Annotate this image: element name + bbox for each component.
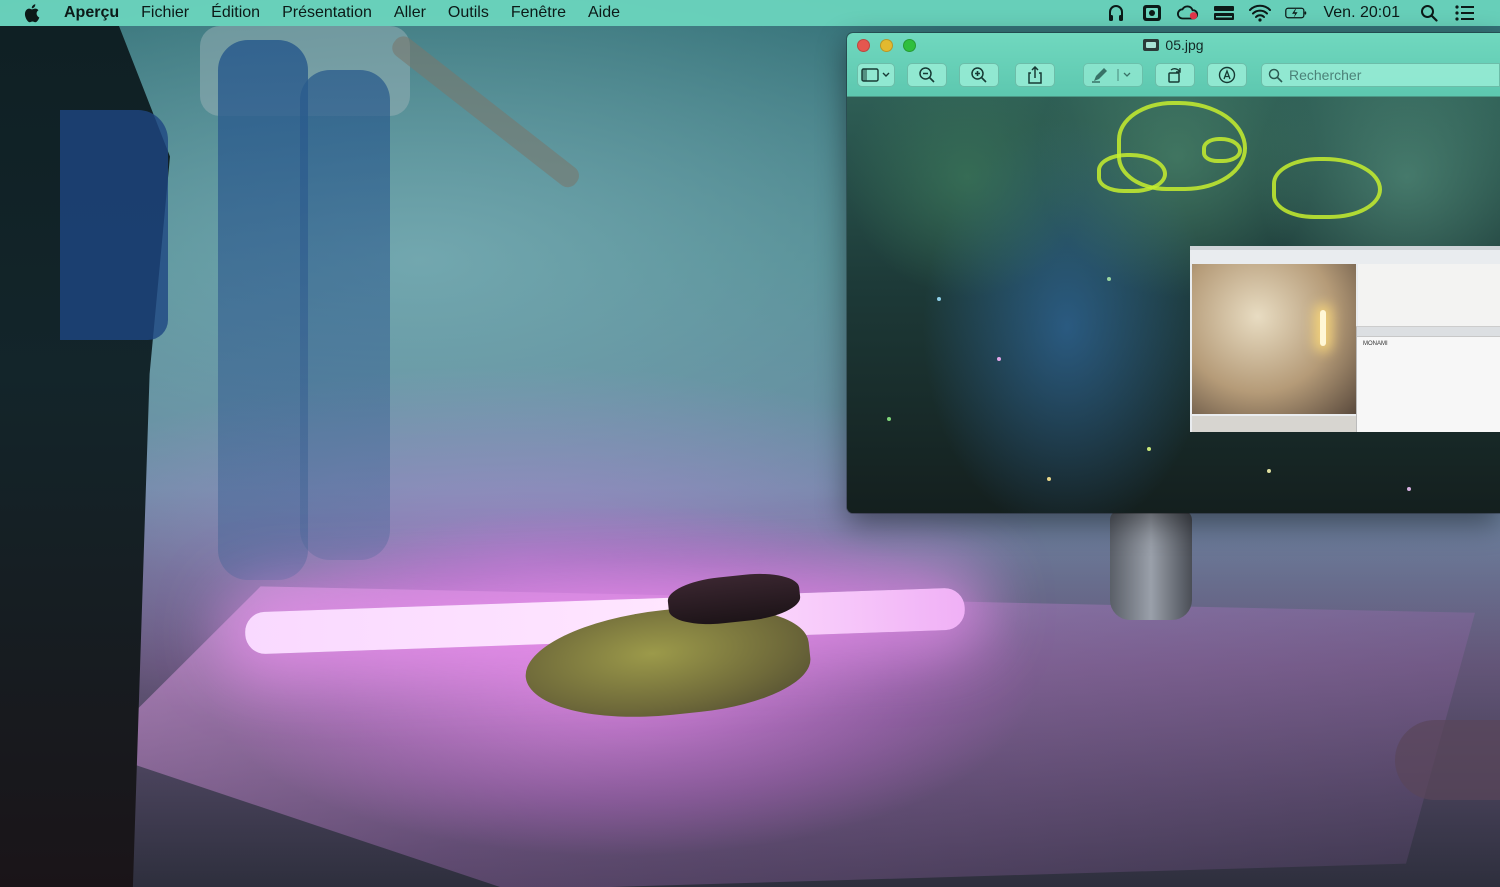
highlighter-icon — [1092, 68, 1131, 83]
foreground-figure-shirt — [60, 110, 168, 340]
person-arm — [388, 32, 584, 192]
embedded-screenshot: MONAMI — [1190, 246, 1500, 432]
spotlight-search-icon[interactable] — [1418, 3, 1440, 23]
embedded-document-window: MONAMI — [1356, 326, 1500, 432]
window-titlebar[interactable]: 05.jpg — [847, 33, 1500, 97]
search-field[interactable] — [1261, 63, 1500, 87]
zoom-in-icon — [971, 67, 987, 83]
glitter-speck — [1107, 277, 1111, 281]
embedded-thumbnail-strip — [1192, 416, 1356, 432]
sidebar-icon — [861, 68, 890, 82]
menu-outils[interactable]: Outils — [437, 0, 500, 26]
menu-presentation[interactable]: Présentation — [271, 0, 383, 26]
glitter-speck — [1407, 487, 1411, 491]
markup-icon — [1218, 66, 1236, 84]
share-button[interactable] — [1015, 63, 1055, 87]
highlight-blob — [1097, 153, 1167, 193]
glitter-speck — [1047, 477, 1051, 481]
drive-icon[interactable] — [1213, 3, 1235, 23]
menu-app-name[interactable]: Aperçu — [64, 0, 130, 26]
person-leg — [218, 40, 308, 580]
window-title: 05.jpg — [847, 37, 1500, 53]
apple-menu-icon[interactable] — [24, 3, 42, 23]
airpods-icon[interactable] — [1105, 3, 1127, 23]
rotate-icon — [1168, 68, 1181, 83]
glitter-speck — [997, 357, 1001, 361]
search-icon — [1268, 68, 1283, 83]
creative-cloud-icon[interactable] — [1177, 3, 1199, 23]
menu-aide[interactable]: Aide — [577, 0, 631, 26]
app-switcher-icon[interactable] — [1141, 3, 1163, 23]
menu-fichier[interactable]: Fichier — [130, 0, 200, 26]
candle — [1320, 310, 1326, 346]
highlight-blob — [1202, 137, 1242, 163]
battery-icon[interactable] — [1285, 3, 1307, 23]
image-viewer-canvas[interactable]: MONAMI — [847, 97, 1500, 513]
notification-center-icon[interactable] — [1454, 3, 1476, 23]
zoom-out-icon — [919, 67, 935, 83]
menu-edition[interactable]: Édition — [200, 0, 271, 26]
menu-fenetre[interactable]: Fenêtre — [500, 0, 577, 26]
preview-window: 05.jpg Rechercher MONAMI — [847, 33, 1500, 513]
menu-aller[interactable]: Aller — [383, 0, 437, 26]
markup-button[interactable] — [1207, 63, 1247, 87]
embedded-side-panel — [1358, 264, 1500, 326]
menu-bar: Aperçu Fichier Édition Présentation Alle… — [0, 0, 1500, 26]
highlight-button[interactable] — [1083, 63, 1143, 87]
hand — [1395, 720, 1500, 800]
image-file-icon — [1143, 39, 1160, 51]
glitter-speck — [1147, 447, 1151, 451]
rotate-button[interactable] — [1155, 63, 1195, 87]
embedded-doc-text: MONAMI — [1363, 341, 1388, 347]
window-title-text: 05.jpg — [1165, 37, 1204, 53]
glitter-speck — [1267, 469, 1271, 473]
menu-clock[interactable]: Ven. 20:01 — [1323, 4, 1400, 22]
toolbar — [857, 62, 1500, 88]
sidebar-toggle-button[interactable] — [857, 63, 895, 87]
share-icon — [1028, 66, 1042, 84]
wifi-icon[interactable] — [1249, 3, 1272, 23]
search-input[interactable] — [1289, 67, 1489, 83]
glitter-speck — [937, 297, 941, 301]
embedded-photo — [1192, 264, 1356, 414]
highlight-blob — [1272, 157, 1382, 219]
embedded-doc-toolbar — [1357, 327, 1500, 337]
zoom-in-button[interactable] — [959, 63, 999, 87]
kettle — [1110, 510, 1192, 620]
zoom-out-button[interactable] — [907, 63, 947, 87]
glitter-speck — [887, 417, 891, 421]
person-leg — [300, 70, 390, 560]
